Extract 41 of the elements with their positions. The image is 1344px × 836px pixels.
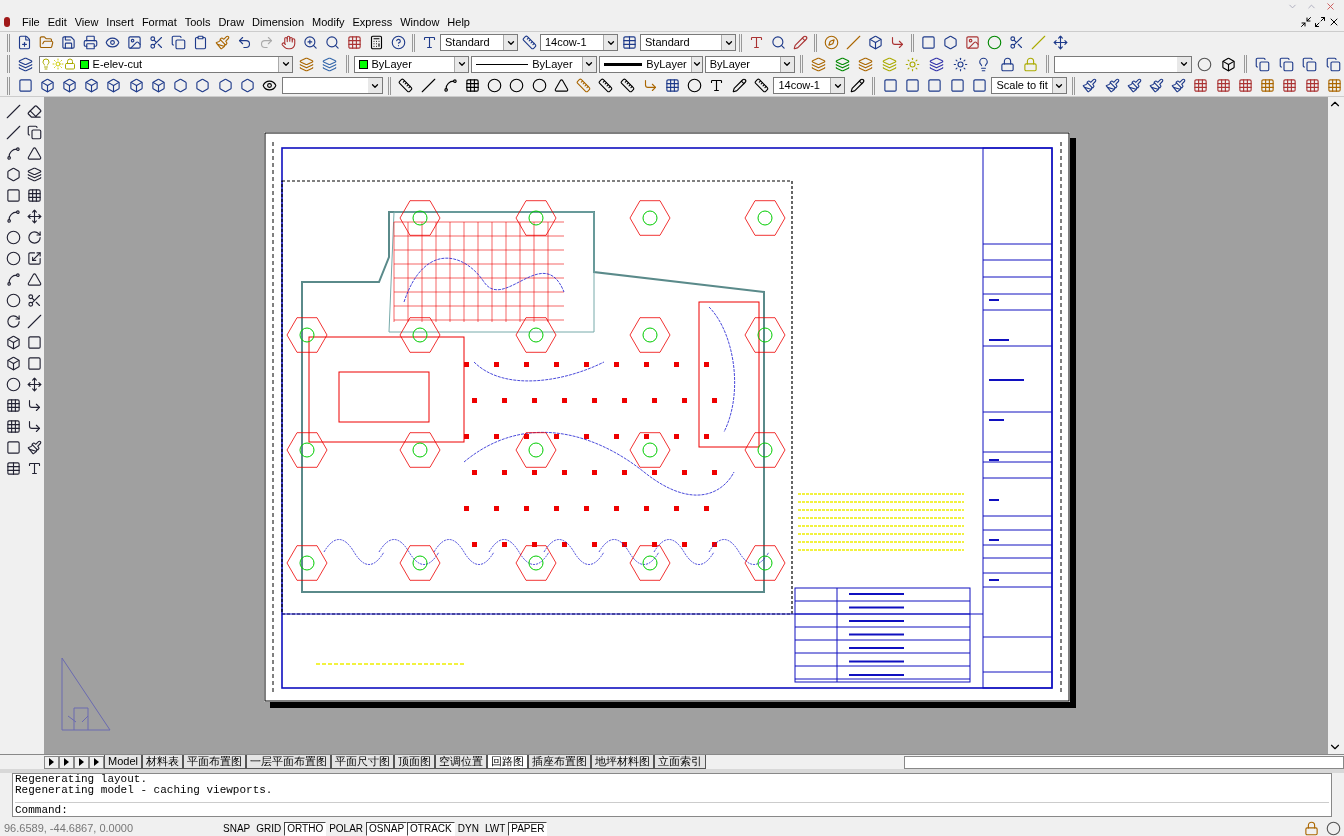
layout-tab[interactable]: 回路图: [486, 755, 528, 769]
command-prompt[interactable]: Command:: [15, 802, 1329, 816]
layout-tab[interactable]: 顶面图: [393, 755, 435, 769]
layout-tab[interactable]: 空调位置: [434, 755, 487, 769]
command-history-line: Regenerating model - caching viewports.: [15, 785, 274, 796]
menu-item[interactable]: View: [70, 13, 103, 31]
menu-item[interactable]: Edit: [43, 13, 71, 31]
layout-tab[interactable]: 平面布置图: [182, 755, 246, 769]
lineweight-dropdown[interactable]: ByLayer: [598, 55, 703, 73]
dimension-style-dropdown[interactable]: 14cow-1: [773, 77, 846, 94]
menu-item[interactable]: Modify: [308, 13, 349, 31]
layout-tab[interactable]: 平面尺寸图: [330, 755, 394, 769]
status-toggle[interactable]: OSNAP: [366, 821, 408, 836]
menu-item[interactable]: Draw: [214, 13, 249, 31]
layout-tab[interactable]: 立面索引: [653, 755, 706, 769]
layout-tab[interactable]: 插座布置图: [527, 755, 591, 769]
layout-tab[interactable]: 一层平面布置图: [245, 755, 331, 769]
command-history-line: Regenerating layout.: [15, 774, 149, 785]
menu-item[interactable]: Express: [348, 13, 397, 31]
menu-item[interactable]: Format: [137, 13, 181, 31]
menu-item[interactable]: Dimension: [248, 13, 309, 31]
status-toggle[interactable]: PAPER: [508, 821, 548, 836]
status-toggle[interactable]: ORTHO: [284, 821, 327, 836]
plot-style-dropdown[interactable]: ByLayer: [704, 55, 795, 73]
coordinates-readout: 96.6589, -44.6867, 0.0000: [3, 821, 135, 836]
dimension-style-dropdown[interactable]: 14cow-1: [540, 34, 618, 51]
layer-dropdown[interactable]: E-elev-cut: [38, 55, 294, 73]
menu-item[interactable]: Help: [443, 13, 474, 31]
linetype-dropdown[interactable]: ByLayer: [471, 55, 597, 73]
layout-tab[interactable]: 材料表: [141, 755, 183, 769]
viewport-scale-dropdown[interactable]: Scale to fit: [991, 77, 1067, 94]
menu-item[interactable]: File: [18, 13, 44, 31]
status-toggle[interactable]: OTRACK: [407, 821, 455, 836]
menu-item[interactable]: Insert: [102, 13, 138, 31]
menu-item[interactable]: Tools: [180, 13, 215, 31]
text-style-dropdown[interactable]: Standard: [440, 34, 518, 51]
table-style-dropdown[interactable]: Standard: [640, 34, 736, 51]
menu-item[interactable]: Window: [396, 13, 444, 31]
layout-tab[interactable]: 地坪材料图: [590, 755, 654, 769]
color-dropdown[interactable]: ByLayer: [353, 55, 470, 73]
layout-tab[interactable]: Model: [104, 755, 142, 769]
